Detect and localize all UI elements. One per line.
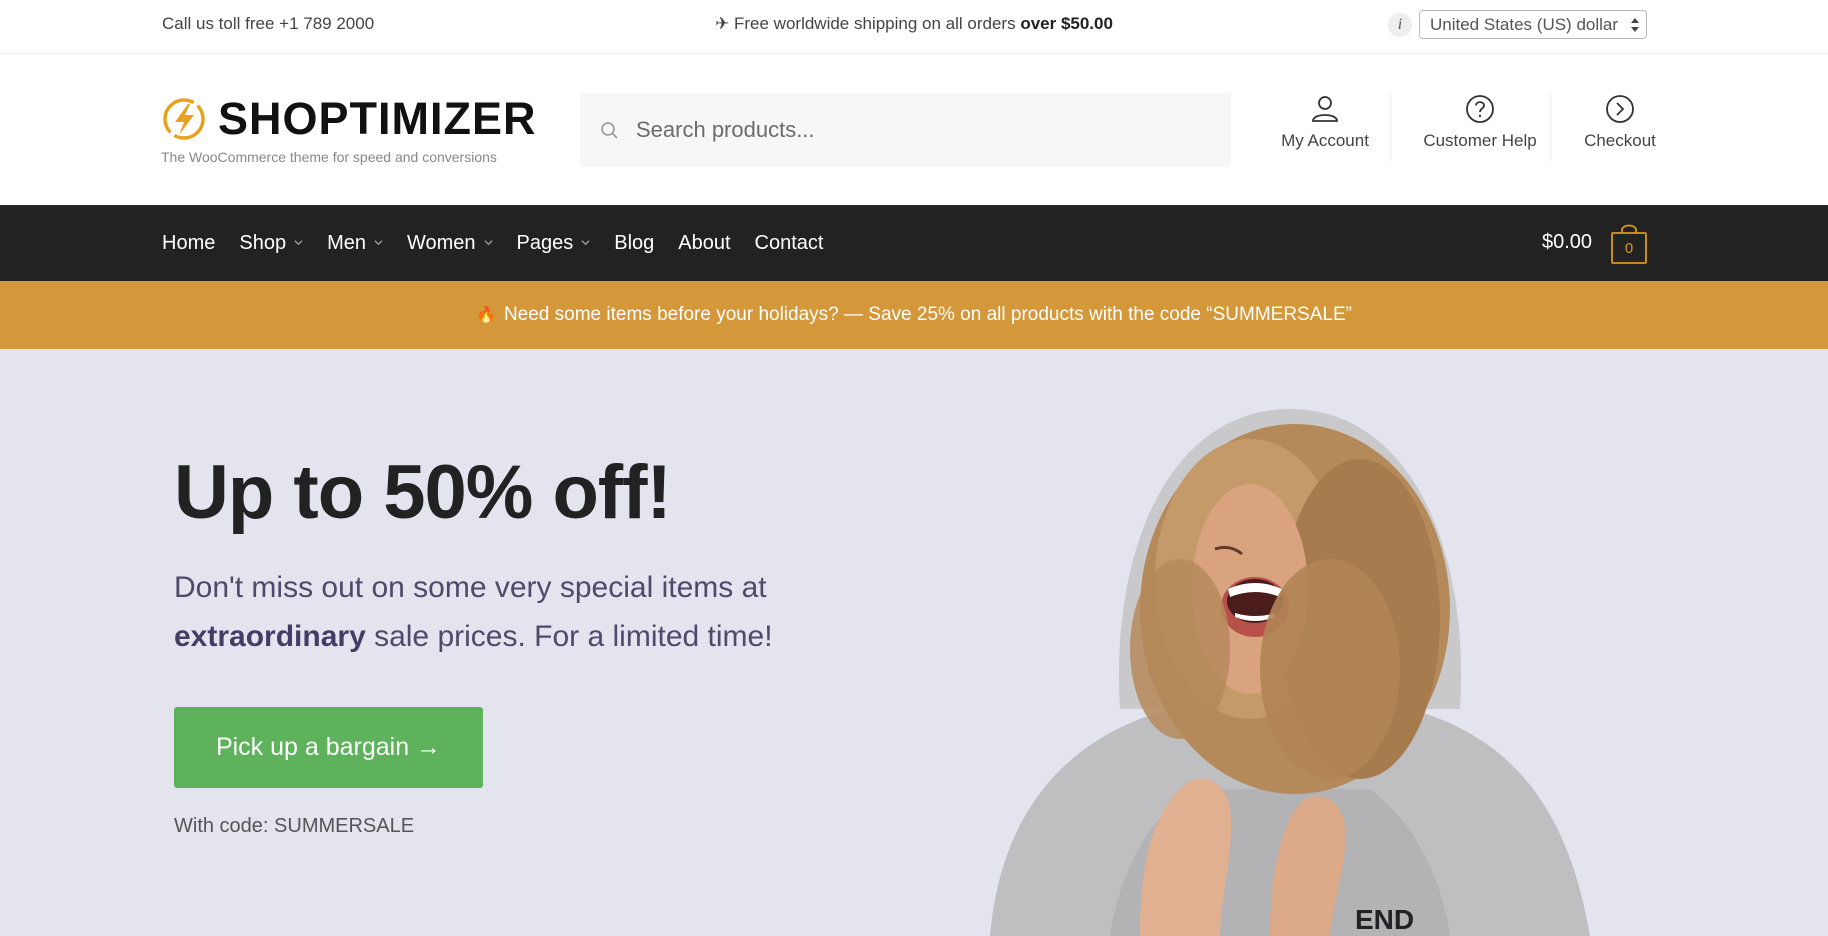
nav-item-shop[interactable]: Shop xyxy=(239,232,303,255)
nav-item-blog[interactable]: Blog xyxy=(614,232,654,255)
nav-item-women[interactable]: Women xyxy=(407,232,493,255)
my-account-label: My Account xyxy=(1281,131,1369,150)
site-header: SHOPTIMIZER The WooCommerce theme for sp… xyxy=(0,55,1828,205)
cart-button[interactable]: 0 xyxy=(1610,223,1648,265)
search-box xyxy=(580,93,1231,167)
top-bar: Call us toll free +1 789 2000 ✈ Free wor… xyxy=(0,0,1828,54)
select-arrows-icon xyxy=(1631,18,1639,32)
promo-code-text: With code: SUMMERSALE xyxy=(174,815,415,837)
logo-wordmark: SHOPTIMIZER xyxy=(218,93,537,144)
nav-item-contact[interactable]: Contact xyxy=(755,232,824,255)
my-account-link[interactable]: My Account xyxy=(1260,93,1390,169)
hero-image: END xyxy=(990,409,1590,936)
user-icon xyxy=(1312,96,1338,122)
hero-subtitle-rest: sale prices. For a limited time! xyxy=(365,620,773,653)
chevron-down-icon xyxy=(484,239,493,245)
info-icon[interactable]: i xyxy=(1388,13,1412,37)
customer-help-label: Customer Help xyxy=(1423,131,1537,150)
pick-up-bargain-button[interactable]: Pick up a bargain → xyxy=(174,707,483,788)
hero-subtitle-line1: Don't miss out on some very special item… xyxy=(174,571,767,604)
nav-item-label: Blog xyxy=(614,231,655,254)
main-navigation: Home Shop Men Women Pages Blog About Con… xyxy=(0,205,1828,281)
chevron-down-icon xyxy=(374,239,383,245)
nav-item-label: Contact xyxy=(754,231,824,254)
fire-icon: 🔥 xyxy=(476,307,496,324)
svg-text:END: END xyxy=(1355,904,1414,935)
customer-help-link[interactable]: Customer Help xyxy=(1410,93,1550,169)
hero-section: Up to 50% off! Don't miss out on some ve… xyxy=(0,349,1828,936)
hero-subtitle-bold: extraordinary xyxy=(174,620,366,653)
nav-item-label: Shop xyxy=(239,231,287,254)
nav-menu: Home Shop Men Women Pages Blog About Con… xyxy=(162,205,847,281)
nav-item-label: Home xyxy=(162,231,216,254)
cart-total[interactable]: $0.00 xyxy=(1542,231,1592,254)
header-divider xyxy=(1550,93,1551,161)
nav-item-label: About xyxy=(678,231,731,254)
checkout-label: Checkout xyxy=(1584,131,1656,150)
shipping-text: ✈ Free worldwide shipping on all orders xyxy=(715,14,1021,33)
search-input[interactable] xyxy=(636,93,1216,167)
nav-item-label: Pages xyxy=(516,231,574,254)
hero-title: Up to 50% off! xyxy=(174,450,672,535)
nav-item-label: Women xyxy=(406,231,476,254)
chevron-down-icon xyxy=(294,239,303,245)
currency-selected-value: United States (US) dollar xyxy=(1430,15,1619,34)
logo-tagline: The WooCommerce theme for speed and conv… xyxy=(161,149,497,165)
cart-count: 0 xyxy=(1624,240,1634,257)
checkout-link[interactable]: Checkout xyxy=(1570,93,1670,169)
nav-item-about[interactable]: About xyxy=(678,232,730,255)
hero-subtitle: Don't miss out on some very special item… xyxy=(174,563,814,661)
help-circle-icon xyxy=(1466,95,1494,123)
promo-banner: 🔥 Need some items before your holidays? —… xyxy=(0,281,1828,349)
search-icon[interactable] xyxy=(600,121,620,141)
currency-select[interactable]: United States (US) dollar xyxy=(1419,10,1647,39)
lightning-logo-icon xyxy=(163,98,205,140)
nav-item-men[interactable]: Men xyxy=(327,232,383,255)
nav-item-home[interactable]: Home xyxy=(162,232,215,255)
nav-item-label: Men xyxy=(327,231,366,254)
promo-text: Need some items before your holidays? — … xyxy=(503,304,1352,325)
nav-item-pages[interactable]: Pages xyxy=(517,232,591,255)
header-divider xyxy=(1390,93,1391,161)
shipping-threshold: over $50.00 xyxy=(1020,14,1113,33)
chevron-right-circle-icon xyxy=(1606,95,1634,123)
chevron-down-icon xyxy=(581,239,590,245)
